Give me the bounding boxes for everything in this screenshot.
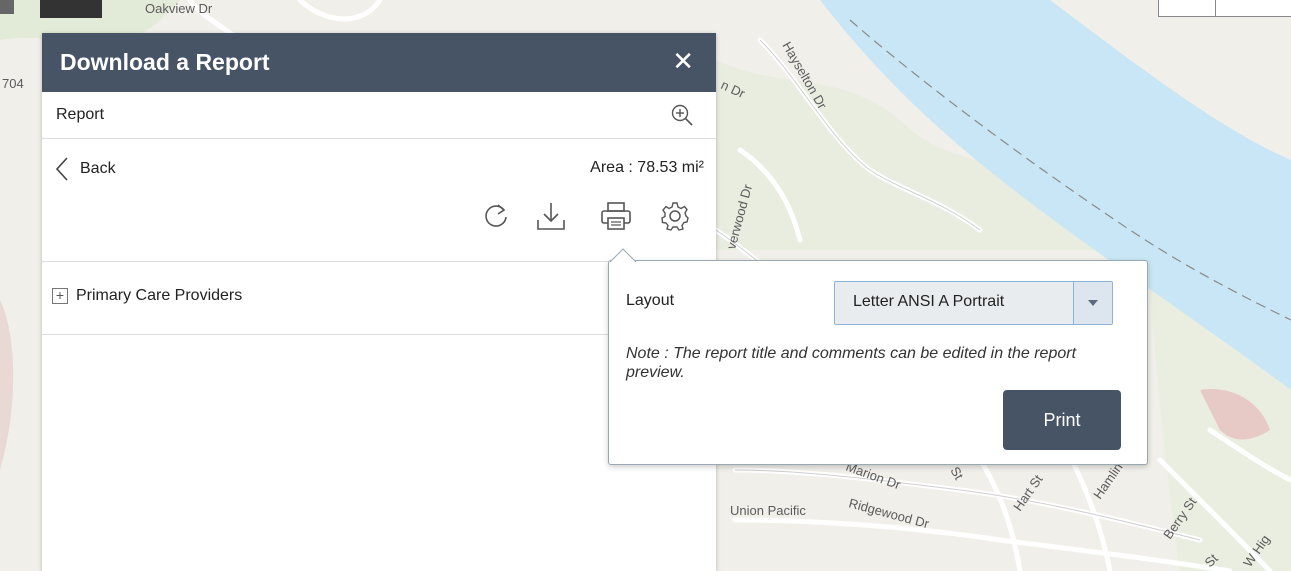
expand-icon[interactable]: + (52, 288, 68, 304)
chevron-left-icon (56, 157, 68, 181)
layout-select[interactable]: Letter ANSI A Portrait (834, 281, 1113, 325)
layout-select-value: Letter ANSI A Portrait (853, 293, 1005, 310)
refresh-icon[interactable] (482, 201, 510, 231)
back-label: Back (80, 160, 116, 177)
back-button[interactable]: Back (56, 157, 116, 181)
section-label-primary-care[interactable]: Primary Care Providers (76, 287, 242, 305)
download-icon[interactable] (536, 201, 566, 231)
map-label-union-pacific: Union Pacific (730, 503, 806, 518)
print-settings-popup: Layout Letter ANSI A Portrait Note : The… (608, 248, 1148, 465)
chevron-down-icon[interactable] (1073, 282, 1112, 324)
layout-label: Layout (626, 292, 675, 309)
report-toolbar-area: Back Area : 78.53 mi² (42, 139, 716, 262)
map-label-704: 704 (2, 76, 24, 91)
panel-header: Download a Report ✕ (42, 33, 716, 92)
panel-title: Download a Report (60, 49, 270, 75)
print-button[interactable]: Print (1003, 390, 1121, 450)
report-row: Report (42, 92, 716, 139)
zoom-in-icon[interactable] (670, 103, 694, 127)
report-note: Note : The report title and comments can… (626, 345, 1077, 381)
map-widget-fragment[interactable] (1158, 0, 1291, 17)
map-control-fragment (0, 0, 14, 14)
close-icon[interactable]: ✕ (672, 47, 694, 75)
print-icon[interactable] (600, 201, 632, 231)
settings-icon[interactable] (660, 201, 690, 231)
popup-pointer (610, 248, 636, 262)
map-label-oakview: Oakview Dr (145, 1, 213, 16)
map-control-fragment-dark (40, 0, 102, 18)
area-readout: Area : 78.53 mi² (590, 159, 704, 176)
report-label: Report (56, 106, 105, 123)
